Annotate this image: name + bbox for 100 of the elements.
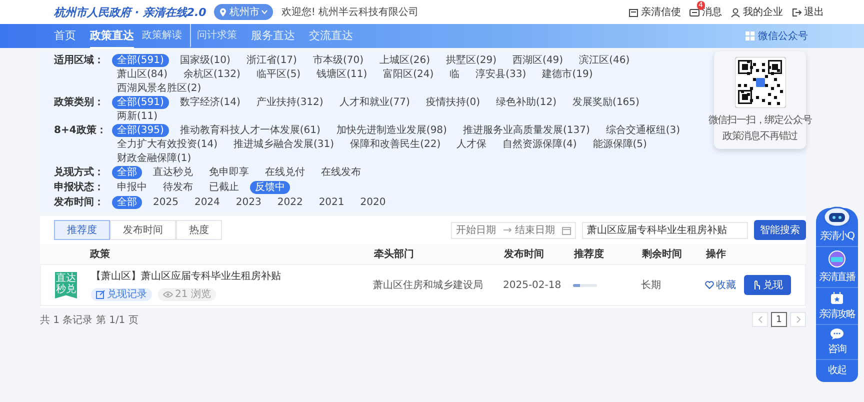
favorite-link[interactable]: 收藏 xyxy=(705,278,736,292)
redeem-button[interactable]: 兑现 xyxy=(744,275,791,295)
dock-item[interactable]: 亲清直播 xyxy=(816,247,858,288)
person-icon xyxy=(730,6,741,18)
filter-option[interactable]: 钱塘区(11) xyxy=(312,68,372,81)
column-header: 操作 xyxy=(706,248,727,261)
wechat-link[interactable]: 微信公众号 xyxy=(745,29,808,43)
filter-option[interactable]: 富阳区(24) xyxy=(378,68,439,81)
header-link[interactable]: 我的企业 xyxy=(730,5,783,19)
policy-title-link[interactable]: 【萧山区】萧山区应届专科毕业生租房补贴 xyxy=(91,269,281,283)
filter-option[interactable]: 西湖区(49) xyxy=(508,54,568,67)
dock-item[interactable]: 亲清小Q xyxy=(816,202,858,247)
filter-option[interactable]: 临平区(5) xyxy=(251,68,306,81)
filter-option[interactable]: 浙江省(17) xyxy=(241,54,302,67)
popup-text: 微信扫一扫，绑定公众号 xyxy=(708,114,812,127)
filter-option[interactable]: 两新(11) xyxy=(112,110,163,123)
filter-option[interactable]: 2020 xyxy=(355,196,391,209)
filter-option[interactable]: 在线兑付 xyxy=(260,166,310,179)
filter-option[interactable]: 全部(591) xyxy=(112,96,169,109)
filter-option[interactable]: 反馈中 xyxy=(250,181,290,194)
filter-option[interactable]: 2025 xyxy=(148,196,184,209)
filter-option[interactable]: 综合交通枢纽(3) xyxy=(600,124,686,137)
filter-option[interactable]: 人才和就业(77) xyxy=(334,96,415,109)
filter-label: 发布时间： xyxy=(54,196,105,210)
nav-tab[interactable]: 政策直达 xyxy=(90,24,134,48)
filter-option[interactable]: 待发布 xyxy=(158,181,198,194)
edit-icon xyxy=(96,290,105,299)
dock-item[interactable]: 咨询 xyxy=(816,325,858,360)
header-link[interactable]: 亲清信使 xyxy=(628,5,681,19)
filter-option[interactable]: 保障和改善民生(22) xyxy=(345,138,446,151)
column-header: 剩余时间 xyxy=(642,248,683,261)
filter-option[interactable]: 市本级(70) xyxy=(308,54,368,67)
filter-option[interactable]: 财政金融保障(1) xyxy=(112,152,196,165)
record-tag[interactable]: 兑现记录 xyxy=(91,288,152,301)
filter-option[interactable]: 建德市(19) xyxy=(537,68,598,81)
column-header: 牵头部门 xyxy=(374,247,415,261)
filter-option[interactable]: 余杭区(132) xyxy=(178,68,246,81)
filter-option[interactable]: 申报中 xyxy=(112,181,152,194)
sort-tab[interactable]: 热度 xyxy=(176,220,222,240)
filter-option[interactable]: 直达秒兑 xyxy=(148,166,198,179)
filter-option[interactable]: 滨江区(46) xyxy=(574,54,635,67)
filter-option[interactable]: 萧山区(84) xyxy=(112,68,173,81)
filter-option[interactable]: 免申即享 xyxy=(204,166,254,179)
filter-option[interactable]: 2022 xyxy=(272,196,308,209)
chat-bubble-icon xyxy=(830,328,844,340)
filter-option[interactable]: 2021 xyxy=(314,196,350,209)
filter-option[interactable]: 推动教育科技人才一体发展(61) xyxy=(174,124,326,137)
table-cell-text: 萧山区住房和城乡建设局 xyxy=(373,278,484,292)
filter-option[interactable]: 加快先进制造业发展(98) xyxy=(331,124,452,137)
views-tag: 21 浏览 xyxy=(158,288,216,301)
filter-option[interactable]: 国家级(10) xyxy=(174,54,236,67)
filter-option[interactable]: 自然资源保障(4) xyxy=(498,138,582,151)
arrow-icon xyxy=(503,227,512,233)
previous-page-button[interactable] xyxy=(752,312,768,327)
sort-tab[interactable]: 推荐度 xyxy=(54,220,110,240)
popup-text: 政策消息不再错过 xyxy=(722,130,798,143)
chevron-left-icon xyxy=(758,316,762,323)
filter-option[interactable]: 发展奖励(165) xyxy=(568,96,644,109)
filter-option[interactable]: 推进城乡融合发展(31) xyxy=(228,138,340,151)
message-icon xyxy=(689,6,700,18)
dock-item[interactable]: 收起 xyxy=(816,360,858,380)
filter-option[interactable]: 拱墅区(29) xyxy=(441,54,502,67)
filter-option[interactable]: 已截止 xyxy=(204,181,244,194)
welcome-text: 欢迎您! 杭州半云科技有限公司 xyxy=(281,6,419,19)
sort-tab[interactable]: 发布时间 xyxy=(110,220,176,240)
dock-item[interactable]: 亲清攻略 xyxy=(816,288,858,325)
search-button[interactable]: 智能搜索 xyxy=(754,220,806,240)
filter-option[interactable]: 人才保 xyxy=(452,138,492,151)
column-header: 推荐度 xyxy=(574,247,605,261)
filter-option[interactable]: 全部 xyxy=(112,166,142,179)
search-field[interactable]: 萧山区应届专科毕业生租房补贴 xyxy=(582,222,748,238)
table-cell-text: 2025-02-18 xyxy=(503,280,562,290)
filter-option[interactable]: 2023 xyxy=(230,196,266,209)
header-link[interactable]: 退出 xyxy=(791,5,824,19)
filter-option[interactable]: 淳安县(33) xyxy=(470,68,532,81)
filter-option[interactable]: 全部(395) xyxy=(112,124,169,137)
filter-option[interactable]: 全部(591) xyxy=(112,54,169,67)
location-pin-icon xyxy=(219,8,228,16)
filter-label: 政策类别： xyxy=(54,96,105,110)
filter-option[interactable]: 全力扩大有效投资(14) xyxy=(112,138,223,151)
filter-label: 申报状态： xyxy=(54,181,105,195)
calendar-icon xyxy=(562,226,571,234)
filter-option[interactable]: 全部 xyxy=(112,196,142,209)
page-button[interactable]: 1 xyxy=(771,312,787,327)
site-logo[interactable]: 杭州市人民政府 · 亲清在线2.0 xyxy=(54,4,206,20)
filter-option[interactable]: 临 xyxy=(444,68,465,81)
filter-option[interactable]: 上城区(26) xyxy=(374,54,436,67)
column-header: 发布时间 xyxy=(504,248,545,261)
filter-option[interactable]: 产业扶持(312) xyxy=(251,96,328,109)
mail-icon xyxy=(628,6,639,18)
filter-option[interactable]: 能源保障(5) xyxy=(588,138,652,151)
filter-option[interactable]: 疫情扶持(0) xyxy=(420,96,486,109)
next-page-button[interactable] xyxy=(790,312,806,327)
filter-option[interactable]: 在线发布 xyxy=(316,166,366,179)
filter-option[interactable]: 数字经济(14) xyxy=(174,96,246,109)
robot-icon xyxy=(822,205,852,227)
filter-option[interactable]: 绿色补助(12) xyxy=(491,96,562,109)
filter-option[interactable]: 2024 xyxy=(189,196,225,209)
filter-option[interactable]: 西湖风景名胜区(2) xyxy=(112,82,206,95)
filter-option[interactable]: 推进服务业高质量发展(137) xyxy=(458,124,595,137)
